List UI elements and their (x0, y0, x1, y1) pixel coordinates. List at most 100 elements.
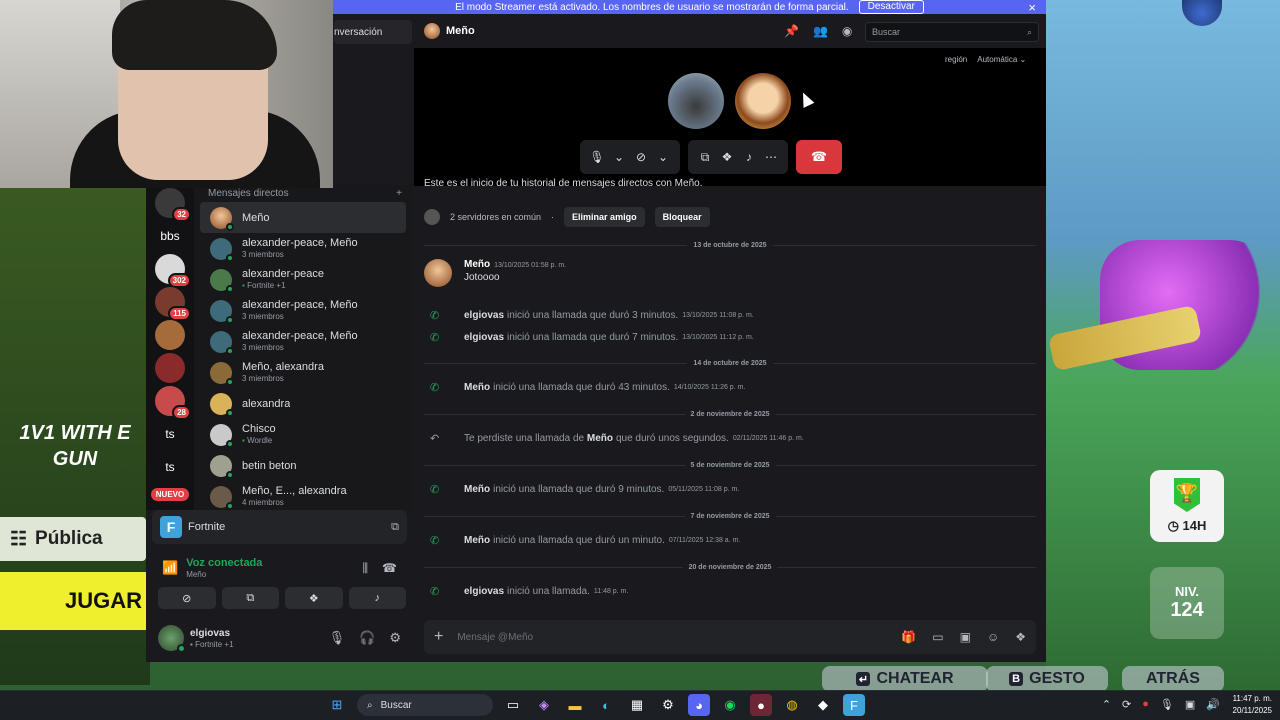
call-author[interactable]: Meño (464, 484, 490, 495)
task-view-icon[interactable]: ▭ (502, 694, 524, 716)
screen-share-icon[interactable]: ⧉ (391, 521, 399, 534)
search-input[interactable]: Buscar ⌕ (865, 22, 1039, 42)
add-dm-icon[interactable]: + (396, 188, 402, 199)
remove-friend-button[interactable]: Eliminar amigo (564, 207, 645, 227)
chevron-up-icon[interactable]: ⌃ (1102, 698, 1111, 711)
store-icon[interactable]: ▦ (626, 694, 648, 716)
author-avatar[interactable] (424, 259, 452, 287)
back-button[interactable]: ATRÁS (1122, 666, 1224, 692)
chevron-down-icon[interactable]: ⌄ (608, 150, 630, 164)
privacy-button[interactable]: ☷ Pública (0, 517, 146, 561)
disconnect-icon[interactable]: ☎ (382, 561, 397, 576)
gesture-button[interactable]: B GESTO (986, 666, 1108, 692)
dm-item[interactable]: alexandra (200, 388, 406, 419)
soundboard-icon[interactable]: ♪ (738, 150, 760, 164)
server-icon[interactable] (155, 320, 185, 350)
pin-icon[interactable]: 📌 (784, 24, 799, 38)
dm-item[interactable]: Chisco ▪ Wordle (200, 419, 406, 450)
gift-icon[interactable]: 🎁 (901, 630, 916, 644)
chevron-down-icon[interactable]: ⌄ (652, 150, 674, 164)
camera-button[interactable]: ⊘ (158, 587, 216, 609)
call-author[interactable]: elgiovas (464, 586, 504, 597)
mutual-servers[interactable]: 2 servidores en común (450, 212, 541, 222)
play-button[interactable]: JUGAR (0, 572, 146, 630)
taskbar-search[interactable]: ⌕ Buscar (357, 694, 493, 716)
activity-card[interactable]: F Fortnite ⧉ (152, 510, 407, 544)
obs-icon[interactable]: ● (750, 694, 772, 716)
gif-icon[interactable]: ▭ (932, 630, 943, 644)
dm-item[interactable]: alexander-peace ▪ Fortnite +1 (200, 264, 406, 295)
close-icon[interactable]: × (1028, 0, 1036, 14)
call-author[interactable]: Meño (464, 535, 490, 546)
caller-avatar-1[interactable] (668, 73, 724, 129)
signal-icon[interactable]: 📶 (162, 560, 178, 576)
dm-item[interactable]: alexander-peace, Meño 3 miembros (200, 295, 406, 326)
sync-icon[interactable]: ⟳ (1122, 698, 1131, 711)
call-author[interactable]: elgiovas (464, 310, 504, 321)
screen-share-button[interactable]: ⧉ (221, 587, 279, 609)
server-icon[interactable]: bbs (155, 221, 185, 251)
server-icon[interactable]: 32 (155, 188, 191, 222)
spotify-icon[interactable]: ◉ (719, 694, 741, 716)
voice-channel[interactable]: Meño (186, 570, 262, 579)
headphones-icon[interactable]: 🎧 (359, 630, 375, 646)
caller-avatar-2[interactable] (735, 73, 791, 129)
steam-icon[interactable]: ⚙ (657, 694, 679, 716)
server-icon[interactable]: 115 (155, 287, 191, 321)
activities-button[interactable]: ❖ (285, 587, 343, 609)
clock[interactable]: 11:47 p. m. 20/11/2025 (1233, 693, 1272, 717)
call-author[interactable]: Meño (464, 382, 490, 393)
level-card[interactable]: NIV. 124 (1150, 567, 1224, 639)
new-badge[interactable]: NUEVO (150, 488, 190, 501)
fortnite-icon[interactable]: F (843, 694, 865, 716)
windows-start-icon[interactable]: ⊞ (326, 694, 348, 716)
server-icon[interactable]: ts (155, 452, 185, 482)
emoji-icon[interactable]: ☺ (987, 630, 999, 644)
microphone-icon[interactable]: 🎙 (1160, 698, 1174, 711)
server-icon[interactable]: ts (155, 419, 185, 449)
microphone-icon[interactable]: 🎙 (329, 630, 346, 646)
chat-button[interactable]: ↵ CHATEAR (822, 666, 988, 692)
chrome-icon[interactable]: ◍ (781, 694, 803, 716)
screen-share-icon[interactable]: ⧉ (694, 150, 716, 165)
more-icon[interactable]: ⋯ (760, 150, 782, 164)
dm-item[interactable]: alexander-peace, Meño 3 miembros (200, 326, 406, 357)
noise-suppression-icon[interactable]: ⫼ (363, 561, 369, 576)
region-selector[interactable]: región Automática ⌄ (945, 55, 1026, 64)
deactivate-button[interactable]: Desactivar (858, 0, 924, 14)
record-icon[interactable]: ● (1142, 698, 1149, 711)
discord-icon[interactable]: ◕ (688, 694, 710, 716)
settings-gear-icon[interactable]: ⚙ (389, 630, 401, 646)
copilot-icon[interactable]: ◈ (533, 694, 555, 716)
file-explorer-icon[interactable]: ▬ (564, 694, 586, 716)
block-button[interactable]: Bloquear (654, 207, 710, 227)
soundboard-button[interactable]: ♪ (348, 587, 406, 609)
hang-up-button[interactable]: ☎ (796, 140, 842, 174)
trophy-card[interactable]: 🏆 ◷ 14H (1150, 470, 1224, 542)
server-icon[interactable] (155, 353, 185, 383)
activities-icon[interactable]: ❖ (716, 150, 738, 164)
edge-icon[interactable]: ◐ (595, 694, 617, 716)
attach-plus-icon[interactable]: + (434, 628, 443, 646)
message-author[interactable]: Meño (464, 259, 490, 270)
message-composer[interactable]: + Mensaje @Meño 🎁 ▭ ▣ ☺ ❖ (424, 620, 1036, 654)
camera-off-icon[interactable]: ⊘ (630, 150, 652, 164)
microphone-icon[interactable]: 🎙 (586, 150, 608, 164)
server-icon[interactable]: 28 (155, 386, 191, 420)
dm-item[interactable]: Meño, E..., alexandra 4 miembros (200, 481, 406, 510)
dm-item[interactable]: Meño (200, 202, 406, 233)
profile-icon[interactable]: ◉ (842, 24, 852, 38)
dm-item[interactable]: betin beton (200, 450, 406, 481)
find-conversation-button[interactable]: nversación (334, 20, 412, 44)
user-avatar[interactable] (158, 625, 186, 653)
composer-placeholder[interactable]: Mensaje @Meño (457, 632, 533, 643)
network-icon[interactable]: ▣ (1185, 698, 1195, 711)
call-author[interactable]: elgiovas (464, 332, 504, 343)
dm-item[interactable]: Meño, alexandra 3 miembros (200, 357, 406, 388)
epic-icon[interactable]: ◆ (812, 694, 834, 716)
call-author[interactable]: Meño (587, 433, 613, 444)
sticker-icon[interactable]: ▣ (960, 630, 971, 644)
dm-item[interactable]: alexander-peace, Meño 3 miembros (200, 233, 406, 264)
add-friends-icon[interactable]: 👥 (813, 24, 828, 38)
apps-icon[interactable]: ❖ (1015, 630, 1026, 644)
